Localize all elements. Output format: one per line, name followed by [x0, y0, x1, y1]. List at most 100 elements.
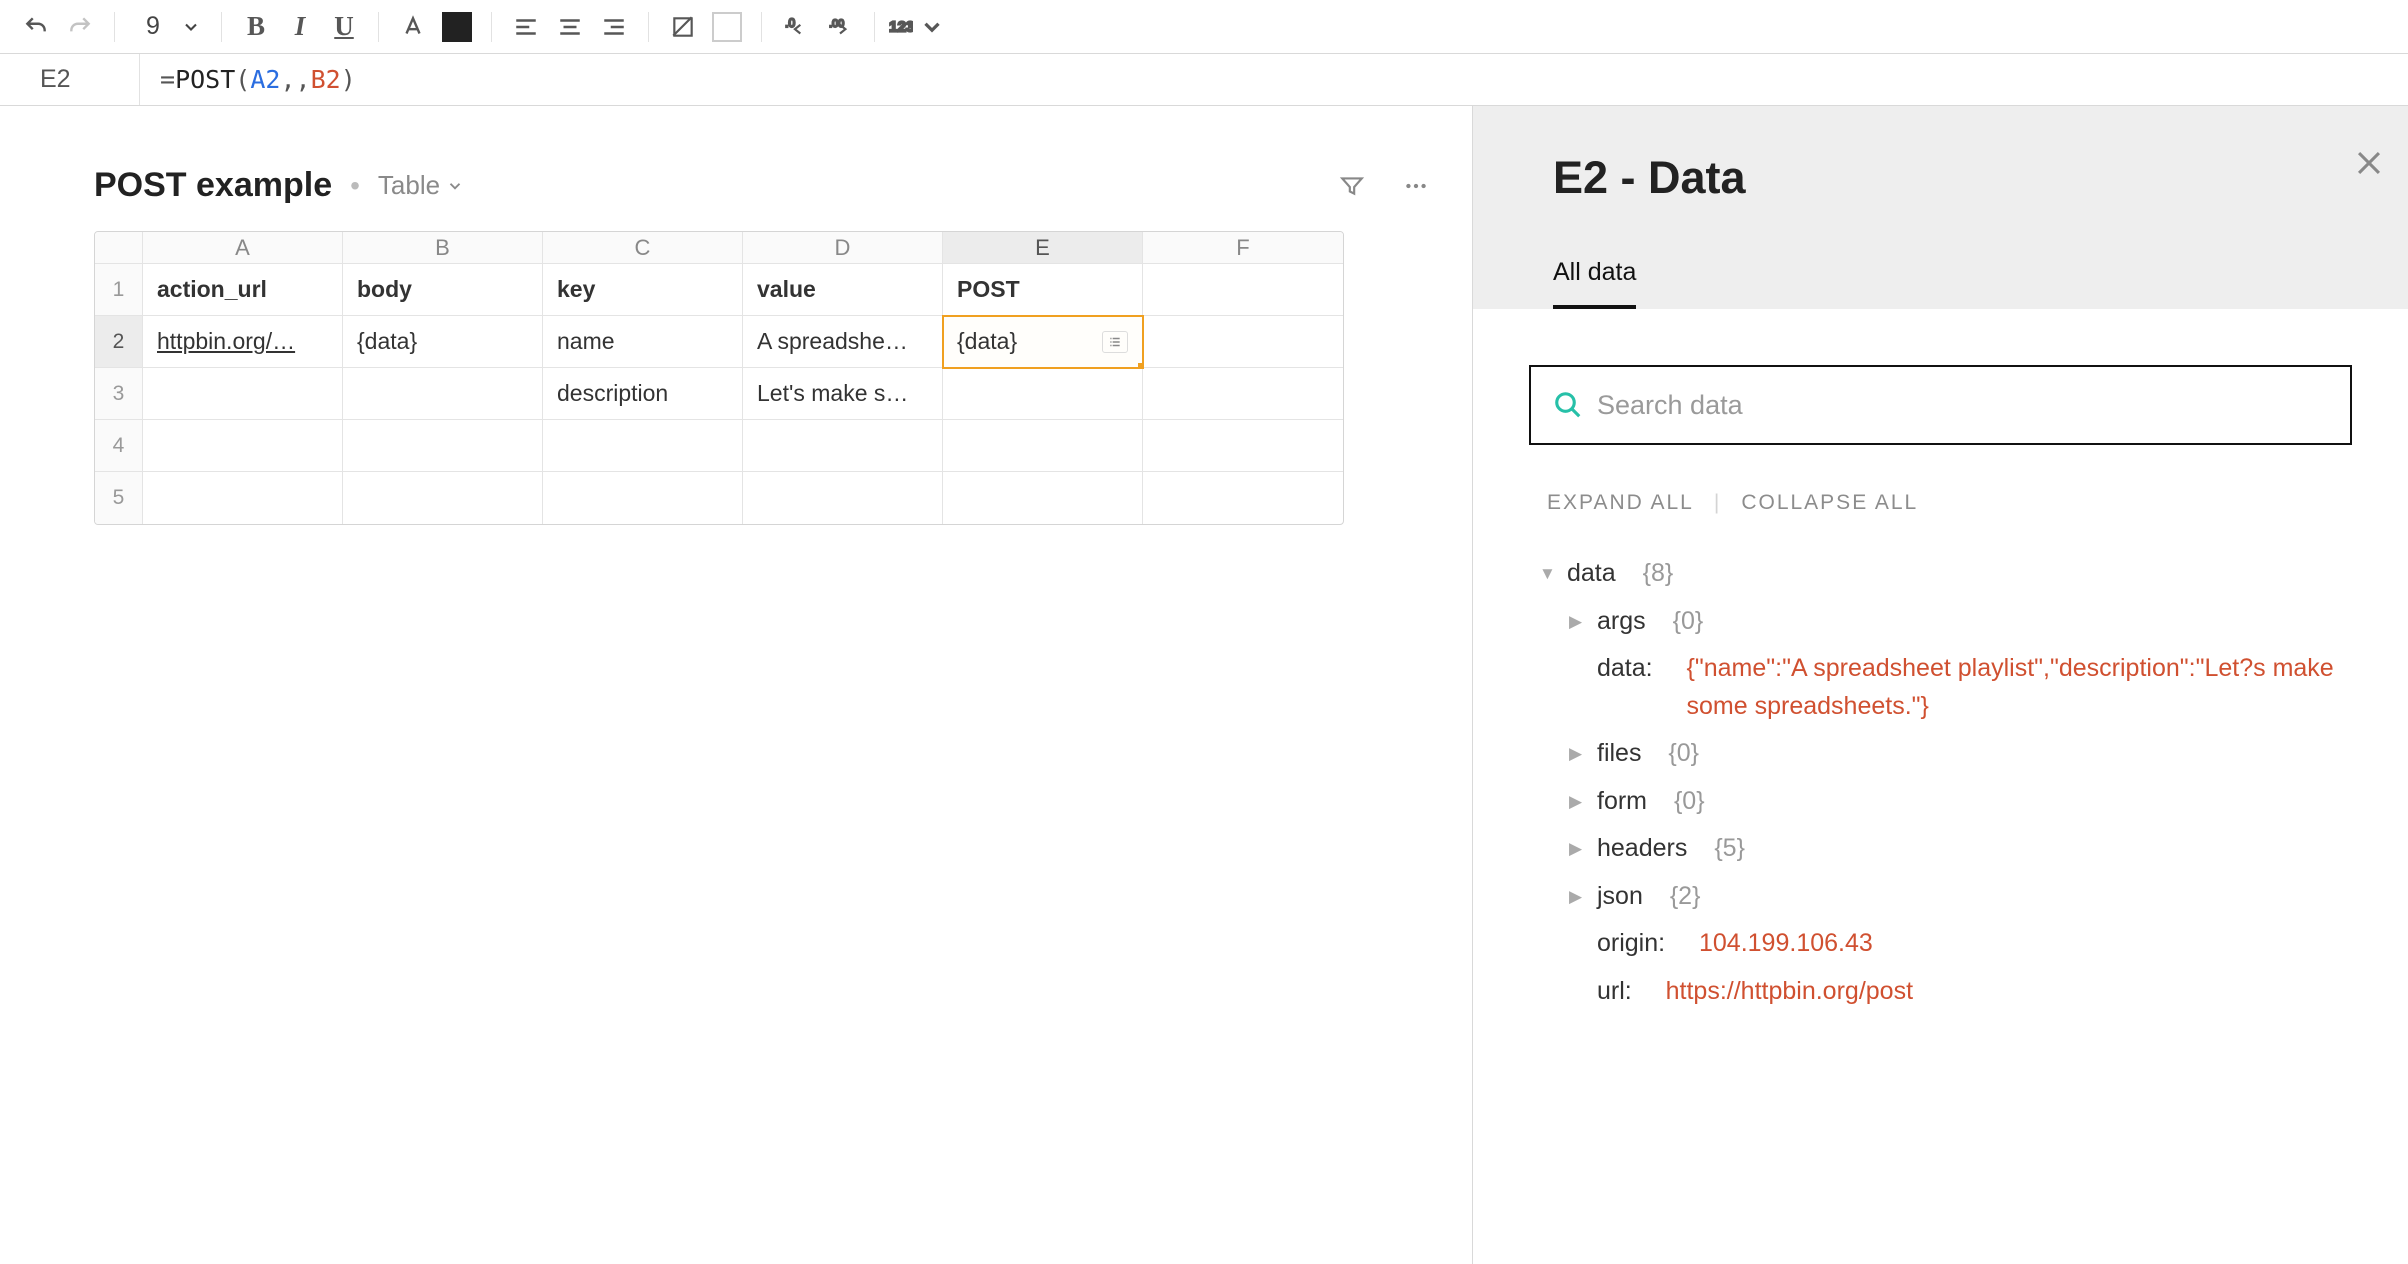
fill-color-button[interactable]	[435, 0, 479, 54]
expand-all-button[interactable]: EXPAND ALL	[1547, 491, 1694, 515]
separator	[761, 12, 762, 42]
formula-input[interactable]: =POST(A2,,B2)	[140, 65, 356, 94]
tree-node-url[interactable]: url: https://httpbin.org/post	[1529, 973, 2352, 1011]
svg-text:123: 123	[889, 18, 913, 35]
column-header-F[interactable]: F	[1143, 232, 1343, 264]
redo-button	[58, 0, 102, 54]
cell[interactable]: A spreadshe…	[743, 316, 943, 368]
table-header-bar: POST example • Table	[94, 166, 1432, 205]
tree-node-args[interactable]: ▶args {0}	[1529, 603, 2352, 641]
underline-button[interactable]: U	[322, 0, 366, 54]
cell[interactable]	[1143, 264, 1343, 316]
increase-decimal-button[interactable]: .00	[818, 0, 862, 54]
number-format-button[interactable]: 123	[887, 0, 945, 54]
tree-node-json[interactable]: ▶json {2}	[1529, 878, 2352, 916]
close-panel-button[interactable]	[2352, 146, 2386, 185]
corner-cell[interactable]	[95, 232, 143, 264]
tree-node-data-string[interactable]: data: {"name":"A spreadsheet playlist","…	[1529, 650, 2352, 725]
cell[interactable]	[1143, 316, 1343, 368]
chevron-down-icon	[181, 17, 201, 37]
cell[interactable]	[343, 368, 543, 420]
cell[interactable]: description	[543, 368, 743, 420]
search-data-field[interactable]	[1529, 365, 2352, 445]
more-options-button[interactable]	[1400, 170, 1432, 202]
cell[interactable]	[343, 420, 543, 472]
empty-swatch-icon	[712, 12, 742, 42]
undo-button[interactable]	[14, 0, 58, 54]
align-right-button[interactable]	[592, 0, 636, 54]
cell[interactable]: value	[743, 264, 943, 316]
tree-node-origin[interactable]: origin: 104.199.106.43	[1529, 925, 2352, 963]
svg-text:.0: .0	[785, 16, 795, 30]
row-number[interactable]: 2	[95, 316, 143, 368]
cell[interactable]: Let's make s…	[743, 368, 943, 420]
collapse-all-button[interactable]: COLLAPSE ALL	[1741, 491, 1918, 515]
bg-color-button[interactable]	[705, 0, 749, 54]
view-type-selector[interactable]: Table	[378, 170, 464, 201]
cell[interactable]: name	[543, 316, 743, 368]
cell[interactable]	[543, 420, 743, 472]
cell[interactable]	[743, 420, 943, 472]
clear-format-button[interactable]	[661, 0, 705, 54]
cell[interactable]	[743, 472, 943, 524]
column-header-C[interactable]: C	[543, 232, 743, 264]
row-number[interactable]: 5	[95, 472, 143, 524]
cell[interactable]	[1143, 368, 1343, 420]
tab-all-data[interactable]: All data	[1553, 258, 1636, 309]
align-left-button[interactable]	[504, 0, 548, 54]
separator	[114, 12, 115, 42]
chevron-down-icon	[919, 14, 945, 40]
column-header-A[interactable]: A	[143, 232, 343, 264]
table-title: POST example	[94, 166, 332, 205]
italic-button[interactable]: I	[278, 0, 322, 54]
cell[interactable]: body	[343, 264, 543, 316]
cell[interactable]: action_url	[143, 264, 343, 316]
active-cell-name[interactable]: E2	[0, 54, 140, 105]
font-size-selector[interactable]: 9	[127, 12, 209, 41]
cell[interactable]	[943, 420, 1143, 472]
cell[interactable]	[943, 472, 1143, 524]
color-swatch-icon	[442, 12, 472, 42]
cell[interactable]	[1143, 420, 1343, 472]
cell[interactable]: POST	[943, 264, 1143, 316]
row-number[interactable]: 1	[95, 264, 143, 316]
cell[interactable]	[1143, 472, 1343, 524]
panel-title: E2 - Data	[1553, 152, 2332, 204]
formula-bar: E2 =POST(A2,,B2)	[0, 54, 2408, 106]
separator	[378, 12, 379, 42]
column-header-B[interactable]: B	[343, 232, 543, 264]
row-number[interactable]: 4	[95, 420, 143, 472]
cell[interactable]: key	[543, 264, 743, 316]
cell[interactable]: httpbin.org/…	[143, 316, 343, 368]
cell[interactable]	[943, 368, 1143, 420]
cell[interactable]	[143, 368, 343, 420]
active-cell[interactable]: {data}	[943, 316, 1143, 368]
filter-button[interactable]	[1336, 170, 1368, 202]
bold-button[interactable]: B	[234, 0, 278, 54]
spreadsheet-grid: A B C D E F 1 action_url body key value …	[94, 231, 1344, 525]
cell[interactable]	[143, 472, 343, 524]
cell[interactable]	[143, 420, 343, 472]
column-header-D[interactable]: D	[743, 232, 943, 264]
tree-node-form[interactable]: ▶form {0}	[1529, 783, 2352, 821]
row-number[interactable]: 3	[95, 368, 143, 420]
tree-node-data[interactable]: ▼data {8}	[1529, 555, 2352, 593]
search-icon	[1553, 390, 1583, 420]
expand-data-icon[interactable]	[1102, 331, 1128, 353]
search-input[interactable]	[1597, 390, 2328, 421]
font-size-value: 9	[135, 12, 171, 41]
column-header-E[interactable]: E	[943, 232, 1143, 264]
separator	[874, 12, 875, 42]
font-color-button[interactable]	[391, 0, 435, 54]
tree-node-files[interactable]: ▶files {0}	[1529, 735, 2352, 773]
cell[interactable]	[543, 472, 743, 524]
tree-node-headers[interactable]: ▶headers {5}	[1529, 830, 2352, 868]
separator	[648, 12, 649, 42]
cell[interactable]: {data}	[343, 316, 543, 368]
cell[interactable]	[343, 472, 543, 524]
svg-text:.00: .00	[829, 18, 844, 30]
decrease-decimal-button[interactable]: .0	[774, 0, 818, 54]
align-center-button[interactable]	[548, 0, 592, 54]
separator	[491, 12, 492, 42]
data-tree: ▼data {8} ▶args {0} data: {"name":"A spr…	[1529, 555, 2352, 1010]
